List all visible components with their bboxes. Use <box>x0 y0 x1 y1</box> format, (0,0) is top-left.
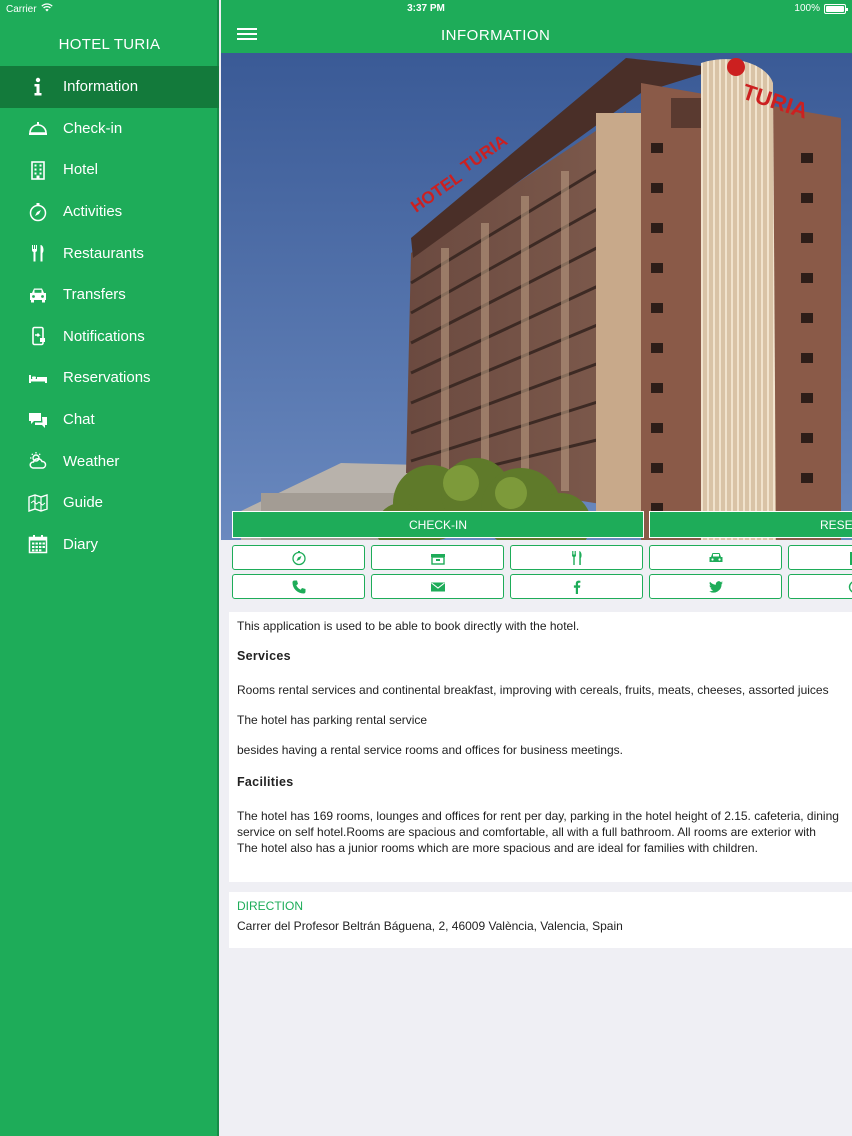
checkin-button[interactable]: CHECK-IN <box>232 511 644 538</box>
sidebar-item-label: Transfers <box>63 286 126 304</box>
sidebar-item-reservations[interactable]: Reservations <box>0 357 219 399</box>
transfers-button[interactable] <box>649 545 782 570</box>
reception-icon <box>430 553 445 565</box>
sidebar: HOTEL TURIA Information Check-in Hotel A… <box>0 0 219 1136</box>
sidebar-title: HOTEL TURIA <box>58 36 161 53</box>
hotel-button[interactable] <box>788 545 852 570</box>
bed-icon <box>26 367 50 389</box>
calendar-icon <box>26 533 50 555</box>
phone-notification-icon <box>26 325 50 347</box>
page-title: INFORMATION <box>441 27 551 44</box>
battery-icon <box>824 3 848 14</box>
sidebar-menu: Information Check-in Hotel Activities Re… <box>0 66 219 565</box>
sidebar-item-label: Activities <box>63 203 123 221</box>
chat-icon <box>26 409 50 431</box>
sidebar-item-label: Restaurants <box>63 244 144 262</box>
sidebar-item-activities[interactable]: Activities <box>0 191 219 233</box>
sidebar-item-label: Weather <box>63 452 120 470</box>
sidebar-item-restaurants[interactable]: Restaurants <box>0 232 219 274</box>
status-bar: Carrier 3:37 PM 100% <box>0 0 852 18</box>
sidebar-item-chat[interactable]: Chat <box>0 399 219 441</box>
sidebar-item-check-in[interactable]: Check-in <box>0 108 219 150</box>
facilities-text-1: The hotel has 169 rooms, lounges and off… <box>237 809 839 823</box>
email-button[interactable] <box>371 574 504 599</box>
checkin-icon-button[interactable] <box>371 545 504 570</box>
sidebar-item-notifications[interactable]: Notifications <box>0 316 219 358</box>
phone-button[interactable] <box>232 574 365 599</box>
facilities-text: The hotel has 169 rooms, lounges and off… <box>237 808 851 856</box>
direction-address[interactable]: Carrer del Profesor Beltrán Báguena, 2, … <box>237 919 851 933</box>
facilities-text-3: The hotel also has a junior rooms which … <box>237 841 758 855</box>
hotel-photo: HOTEL TURIA TURIA <box>221 53 852 540</box>
intro-text: This application is used to be able to b… <box>237 619 580 633</box>
sidebar-item-label: Hotel <box>63 161 99 179</box>
weather-icon <box>26 450 50 472</box>
web-button[interactable] <box>788 574 852 599</box>
main-content: INFORMATION HOTEL TURIA TURIA CHECK-IN R… <box>221 0 852 1136</box>
action-buttons: CHECK-IN RESERVE <box>221 511 852 538</box>
sidebar-item-label: Guide <box>63 494 104 512</box>
sidebar-item-label: Diary <box>63 535 99 553</box>
cutlery-icon <box>571 550 582 565</box>
services-text-2: The hotel has parking rental service <box>237 713 428 727</box>
reserve-button[interactable]: RESERVE <box>649 511 852 538</box>
facebook-button[interactable] <box>510 574 643 599</box>
services-text-3: besides having a rental service rooms an… <box>237 743 623 757</box>
direction-label: DIRECTION <box>237 899 303 913</box>
sidebar-item-label: Check-in <box>63 119 123 137</box>
services-heading: Services <box>237 649 291 663</box>
status-right: 100% <box>794 3 848 14</box>
twitter-button[interactable] <box>649 574 782 599</box>
compass-icon <box>26 201 50 223</box>
bell-icon <box>26 117 50 139</box>
info-icon <box>26 76 50 98</box>
sidebar-item-label: Reservations <box>63 369 151 387</box>
sidebar-item-label: Chat <box>63 411 95 429</box>
car-icon <box>709 552 722 562</box>
restaurants-button[interactable] <box>510 545 643 570</box>
sidebar-item-information[interactable]: Information <box>0 66 219 108</box>
phone-icon <box>292 580 305 593</box>
sidebar-item-transfers[interactable]: Transfers <box>0 274 219 316</box>
activities-button[interactable] <box>232 545 365 570</box>
services-text-1: Rooms rental services and continental br… <box>237 683 829 697</box>
sidebar-item-guide[interactable]: Guide <box>0 482 219 524</box>
twitter-icon <box>708 580 723 593</box>
sidebar-item-label: Information <box>63 78 139 96</box>
compass-icon <box>291 550 306 565</box>
battery-percent: 100% <box>794 3 820 14</box>
building-icon <box>849 551 852 565</box>
facebook-icon <box>573 580 580 594</box>
building-icon <box>26 159 50 181</box>
car-icon <box>26 284 50 306</box>
facilities-heading: Facilities <box>237 775 294 789</box>
sidebar-item-weather[interactable]: Weather <box>0 440 219 482</box>
cutlery-icon <box>26 242 50 264</box>
status-time: 3:37 PM <box>407 3 445 14</box>
information-content: This application is used to be able to b… <box>229 612 852 882</box>
sidebar-item-diary[interactable]: Diary <box>0 524 219 566</box>
sidebar-item-label: Notifications <box>63 327 145 345</box>
web-icon <box>848 580 852 593</box>
sidebar-item-hotel[interactable]: Hotel <box>0 149 219 191</box>
facilities-text-2: service on self hotel.Rooms are spacious… <box>237 825 816 839</box>
map-icon <box>26 492 50 514</box>
mail-icon <box>430 582 445 591</box>
direction-card: DIRECTION Carrer del Profesor Beltrán Bá… <box>229 892 852 948</box>
